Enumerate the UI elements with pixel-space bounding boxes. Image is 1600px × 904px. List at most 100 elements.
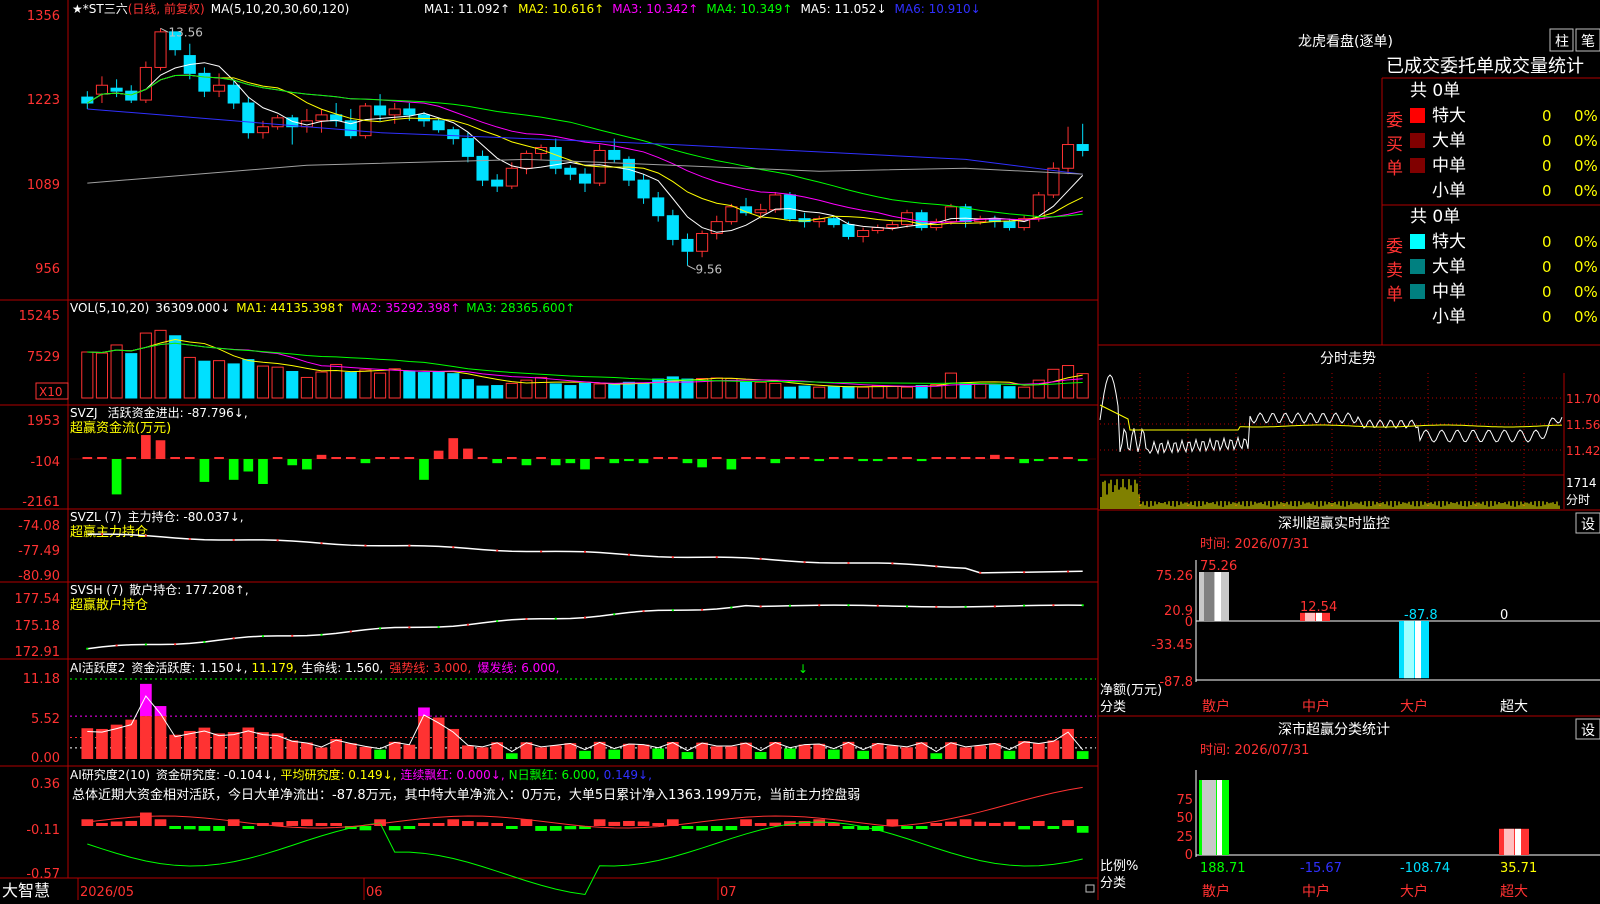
- order-size-label: 中单: [1432, 156, 1466, 176]
- ma-line: [87, 108, 1083, 175]
- flow-bar: [946, 457, 956, 459]
- order-size-label: 特大: [1432, 106, 1466, 126]
- y-tick: 11.42: [1566, 444, 1600, 458]
- flow-bar: [667, 457, 678, 459]
- flow-bar: [316, 454, 327, 459]
- marker: [261, 635, 264, 638]
- category-label: 散户: [1202, 883, 1230, 900]
- research-bar: [637, 821, 650, 826]
- marker: [759, 557, 762, 560]
- flow-bar: [565, 459, 576, 464]
- flow-bar: [155, 440, 166, 459]
- marker: [1052, 604, 1055, 607]
- flow-bar: [97, 457, 107, 459]
- flow-bar: [375, 457, 385, 459]
- research-bar: [608, 821, 621, 826]
- activity-bar: [462, 745, 474, 759]
- ma-value: MA2: 10.616↑: [518, 2, 604, 16]
- order-percent: 0%: [1574, 182, 1598, 200]
- flow-bar: [477, 457, 488, 459]
- lock-icon[interactable]: [1085, 884, 1095, 893]
- volume-bar: [286, 370, 299, 399]
- research-bar: [330, 823, 343, 826]
- activity-bar: [344, 743, 357, 759]
- y-tick: -74.08: [18, 519, 60, 534]
- flow-bar: [960, 457, 971, 459]
- candle-body: [315, 114, 328, 122]
- stock-chart-window: ★*ST三六(日线, 前复权) MA(5,10,20,30,60,120) MA1…: [0, 0, 1600, 900]
- candle-body: [652, 197, 665, 217]
- svzj-y-axis: 1953 -104 -2161: [22, 414, 60, 510]
- marker: [818, 604, 821, 607]
- y-tick: -77.49: [18, 544, 60, 559]
- chart-canvas[interactable]: ★*ST三六(日线, 前复权) MA(5,10,20,30,60,120) MA1…: [0, 0, 1600, 900]
- candle-body: [242, 102, 255, 134]
- volume-bar: [432, 371, 445, 399]
- ma-value: MA1: 11.092↑: [424, 2, 510, 16]
- order-percent: 0%: [1574, 157, 1598, 175]
- volume-bar: [739, 381, 753, 399]
- candle-body: [1061, 144, 1075, 169]
- activity-bar: [476, 747, 489, 759]
- flow-bar: [1019, 459, 1029, 464]
- flow-bar: [419, 459, 429, 480]
- research-bar: [432, 823, 445, 826]
- category-label: 超大: [1500, 699, 1528, 715]
- flow-bar: [404, 457, 415, 459]
- activity-bar: [930, 753, 943, 759]
- y-tick: 1953: [27, 414, 60, 429]
- flow-bar: [990, 454, 1000, 459]
- marker: [379, 627, 382, 630]
- flow-bar: [141, 435, 151, 459]
- order-percent: 0%: [1574, 132, 1598, 150]
- research-bar: [710, 826, 723, 832]
- research-bar: [696, 826, 708, 831]
- order-size-label: 小单: [1432, 181, 1466, 201]
- order-count: 0: [1542, 132, 1552, 150]
- ai-summary-text: 总体近期大资金相对活跃，今日大单净流出：-87.8万元，其中特大单净流入：0万元…: [72, 787, 860, 803]
- marker: [584, 616, 586, 619]
- svzl-header: SVZL (7) 主力持仓: -80.037↓,: [70, 509, 244, 524]
- bar-value-label: 0: [1500, 608, 1508, 623]
- candle-body: [1032, 194, 1045, 220]
- candle-body: [491, 179, 504, 187]
- activity-bar: [403, 744, 416, 759]
- research-bar: [549, 826, 562, 831]
- volume-bar: [827, 386, 840, 399]
- marker: [364, 544, 367, 547]
- activity-bar: [359, 746, 372, 759]
- settings-icon: 设: [1581, 517, 1595, 533]
- ratio-chart: 75 50 25 0 188.71 -15.67 -108.74 35.71: [1176, 770, 1600, 876]
- candle-body: [637, 179, 650, 199]
- marker: [100, 533, 103, 536]
- y-tick: 50: [1176, 811, 1193, 826]
- order-count: 0: [1542, 107, 1552, 125]
- volume-bar: [535, 376, 548, 399]
- legend-swatch: [1410, 133, 1425, 148]
- research-bar: [593, 819, 606, 826]
- marker: [496, 620, 499, 623]
- y-tick: -0.11: [26, 823, 60, 838]
- marker: [144, 534, 147, 537]
- research-bar: [505, 826, 518, 829]
- research-bar: [974, 821, 987, 826]
- flow-bar: [711, 457, 722, 459]
- volume-bar: [1061, 365, 1075, 399]
- low-price-label: 9.56: [695, 263, 722, 277]
- side-char: 单: [1386, 285, 1403, 305]
- volume-bar: [769, 382, 782, 399]
- candle-body: [505, 167, 518, 187]
- marker: [1067, 570, 1070, 573]
- flow-bar: [243, 459, 254, 472]
- candle-body: [403, 108, 416, 116]
- marker: [188, 538, 191, 541]
- flow-bar: [287, 459, 298, 466]
- candle-body: [271, 117, 284, 128]
- flow-bar: [726, 459, 737, 470]
- volume-bar: [81, 351, 94, 399]
- flow-bar: [433, 450, 444, 459]
- activity-bar: [535, 747, 547, 759]
- order-count: 0: [1542, 258, 1552, 276]
- order-percent: 0%: [1574, 308, 1598, 326]
- marker: [906, 605, 909, 608]
